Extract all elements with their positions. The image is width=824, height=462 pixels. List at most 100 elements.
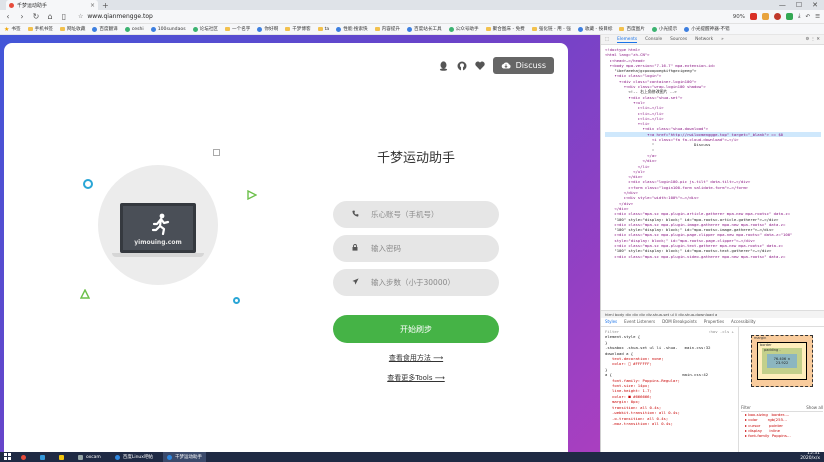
start-brush-button[interactable]: 开始刷步 bbox=[333, 315, 499, 343]
folder-icon bbox=[225, 27, 231, 31]
styles-pane[interactable]: Filter :hov .cls + element.style {} .shua… bbox=[601, 327, 739, 452]
undo-icon[interactable]: ↶ bbox=[805, 14, 810, 20]
bookmark-item[interactable]: 千梦博客 bbox=[285, 26, 311, 32]
tab-event-listeners[interactable]: Event Listeners bbox=[624, 319, 655, 325]
bookmark-star-icon[interactable]: ☆ bbox=[78, 13, 83, 20]
bookmark-item[interactable]: 手机书签 bbox=[27, 26, 53, 32]
bookmark-item[interactable]: 小光提醒神器-不错 bbox=[684, 26, 730, 32]
extension-red-icon[interactable] bbox=[774, 13, 782, 20]
menu-icon[interactable]: ☰ bbox=[815, 14, 820, 20]
bookmark-item[interactable]: 网址收藏 bbox=[59, 26, 85, 32]
home-icon[interactable]: ⌂ bbox=[46, 12, 54, 21]
tab-styles[interactable]: Styles bbox=[605, 319, 617, 325]
tab-network[interactable]: Network bbox=[695, 37, 713, 42]
taskbar-clock[interactable]: 15:31 2020/x/x bbox=[800, 451, 820, 462]
bookmark-item[interactable]: 内容提升 bbox=[374, 26, 400, 32]
bookmark-item[interactable]: 收藏 - 按目标 bbox=[577, 26, 612, 32]
bookmark-item[interactable]: 你好啊 bbox=[257, 26, 278, 32]
dom-tree-line[interactable]: ▸<div class="mpa-sc mpa-plugin-article-g… bbox=[605, 211, 821, 216]
bookmark-item[interactable]: 公众号助手 bbox=[448, 26, 479, 32]
tab-elements[interactable]: Elements bbox=[617, 37, 638, 43]
extension-pdf-icon[interactable] bbox=[750, 13, 758, 20]
style-rules: element.style {} .shuabox .shua-set ul li… bbox=[605, 334, 734, 426]
windows-start-icon[interactable] bbox=[4, 452, 11, 462]
tab-console[interactable]: Console bbox=[645, 37, 662, 42]
discuss-label: Discuss bbox=[515, 61, 546, 70]
address-bar[interactable]: ☆ www.qianmengge.top bbox=[74, 11, 594, 22]
computed-filter-row[interactable]: Filter Show all ▸ box-sizing border-… ▸ c… bbox=[741, 405, 823, 438]
taskbar-app-icon[interactable] bbox=[55, 452, 68, 462]
reload-icon[interactable]: ↻ bbox=[32, 12, 40, 21]
taskbar-item[interactable]: 百度Linux吧帖 bbox=[111, 452, 157, 462]
devtools-settings-icon[interactable]: ⚙ ⋮ ✕ bbox=[806, 37, 820, 42]
bookmark-item[interactable]: 百度图片 bbox=[619, 26, 645, 32]
taskbar-app-icon[interactable] bbox=[17, 452, 30, 462]
bookmark-item[interactable]: ceshi bbox=[124, 26, 144, 32]
page-viewport: Discuss yimouing.com 千梦运动助手 乐心账号（手机号） 输入… bbox=[0, 35, 600, 452]
bookmark-item[interactable]: 一个名字 bbox=[225, 26, 250, 32]
box-padding-label: padding - bbox=[764, 348, 781, 352]
favicon-icon bbox=[9, 2, 14, 8]
extension-orange-icon[interactable] bbox=[762, 13, 770, 20]
download-icon[interactable]: ⤓ bbox=[798, 13, 800, 20]
qq-penguin-icon[interactable] bbox=[439, 60, 449, 71]
computed-filter-input[interactable]: Filter bbox=[741, 405, 751, 410]
close-window-button[interactable]: ✕ bbox=[812, 1, 818, 9]
more-tools-link[interactable]: 查看更多Tools ⟶ bbox=[334, 373, 498, 383]
bookmark-item[interactable]: 百度翻译 bbox=[92, 26, 118, 32]
password-field[interactable] bbox=[333, 235, 499, 262]
tab-sources[interactable]: Sources bbox=[670, 37, 687, 42]
bookmark-item[interactable]: 小光提示 bbox=[651, 26, 677, 32]
bookmark-item[interactable]: 论坛社区 bbox=[192, 26, 218, 32]
bookmark-item[interactable]: 性能·搜索快 bbox=[336, 26, 368, 32]
dom-tree-line[interactable]: ▸<div class="mpa-sc mpa-plugin-page-clip… bbox=[605, 232, 821, 237]
steps-input[interactable] bbox=[371, 278, 491, 287]
reader-icon[interactable]: ▯ bbox=[60, 12, 68, 21]
forward-icon[interactable]: › bbox=[18, 12, 26, 21]
extension-green-icon[interactable] bbox=[786, 13, 794, 20]
taskbar-app-icon[interactable] bbox=[36, 452, 49, 462]
dom-breadcrumb[interactable]: html body div div div div.shua-set ul li… bbox=[601, 310, 824, 318]
bookmark-item[interactable]: 100sundaos bbox=[150, 26, 186, 32]
tab-accessibility[interactable]: Accessibility bbox=[731, 319, 756, 325]
tab-properties[interactable]: Properties bbox=[704, 319, 724, 325]
password-input[interactable] bbox=[371, 244, 491, 253]
discuss-button[interactable]: Discuss bbox=[492, 57, 554, 74]
zoom-level[interactable]: 90% bbox=[733, 14, 745, 20]
heart-icon[interactable] bbox=[474, 61, 485, 71]
github-icon[interactable] bbox=[457, 61, 467, 71]
tab-more[interactable]: » bbox=[721, 37, 724, 42]
site-icon bbox=[192, 26, 198, 32]
tutorial-link[interactable]: 查看食用方法 ⟶ bbox=[334, 353, 498, 363]
laptop-screen: yimouing.com bbox=[120, 203, 196, 253]
bookmark-item[interactable]: 强化链 - 用 - 强 bbox=[531, 26, 571, 32]
back-icon[interactable]: ‹ bbox=[4, 12, 12, 21]
devtools-inspect-icon[interactable]: ⬚ bbox=[605, 37, 609, 42]
minimize-button[interactable]: — bbox=[779, 1, 786, 9]
maximize-button[interactable]: ☐ bbox=[796, 1, 802, 9]
tab-dom-breakpoints[interactable]: DOM Breakpoints bbox=[662, 319, 697, 325]
bookmark-item[interactable]: ★ 书签 bbox=[4, 26, 21, 33]
bookmarks-bar: ★ 书签 手机书签 网址收藏 百度翻译 ceshi 100sundaos 论坛社区… bbox=[0, 24, 824, 35]
bookmark-item[interactable]: ta bbox=[317, 27, 329, 32]
tab-close-icon[interactable]: × bbox=[90, 2, 95, 9]
account-input[interactable] bbox=[371, 210, 491, 219]
computed-property[interactable]: ▸ font-family Poppins… bbox=[741, 433, 823, 438]
taskbar-item[interactable]: oxcam bbox=[74, 452, 105, 462]
square-deco-icon bbox=[213, 149, 220, 156]
browser-tab-active[interactable]: 千梦运动助手 × bbox=[6, 0, 98, 10]
account-field[interactable] bbox=[333, 201, 499, 228]
dom-tree-line[interactable]: ▸<div class="mpa-sc mpa-plugin-video-gat… bbox=[605, 254, 821, 259]
steps-field[interactable] bbox=[333, 269, 499, 296]
folder-icon bbox=[619, 27, 625, 31]
computed-show-all[interactable]: Show all bbox=[806, 405, 823, 410]
bookmark-item[interactable]: 百度站长工具 bbox=[407, 26, 442, 32]
taskbar-item-active[interactable]: 千梦运动助手 bbox=[162, 452, 206, 462]
dom-tree[interactable]: <!doctype html> <html lang="zh-CN"> ▸<hea… bbox=[601, 45, 824, 310]
bookmark-item[interactable]: 聚合图床 - 免费 bbox=[485, 26, 525, 32]
styles-subtabs: Styles Event Listeners DOM Breakpoints P… bbox=[601, 318, 824, 327]
social-links: Discuss bbox=[439, 57, 554, 74]
new-tab-button[interactable]: + bbox=[102, 1, 109, 10]
styles-hov-cls[interactable]: :hov .cls + bbox=[708, 329, 734, 334]
style-rule-line[interactable]: -moz-transition: all 0.4s; bbox=[605, 421, 734, 426]
